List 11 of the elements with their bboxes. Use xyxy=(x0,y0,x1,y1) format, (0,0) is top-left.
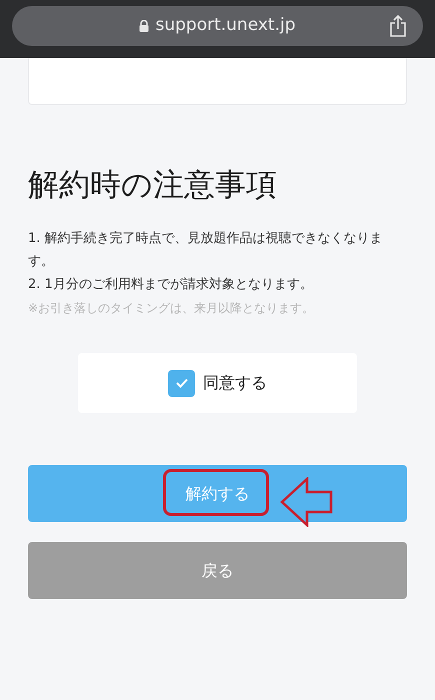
url-text: support.unext.jp xyxy=(155,14,296,38)
checkbox[interactable] xyxy=(168,370,195,396)
address-bar[interactable]: support.unext.jp xyxy=(12,6,423,46)
notice-text: 1. 解約手続き完了時点で、見放題作品は視聴できなくなります。 xyxy=(28,230,384,271)
agree-checkbox[interactable]: 同意する xyxy=(78,353,357,413)
section-heading: 解約時の注意事項 xyxy=(28,166,278,205)
footnote-text: ※お引き落しのタイミングは、来月以降となります。 xyxy=(28,300,316,317)
notice-text: 2. 1月分のご利用料までが請求対象となります。 xyxy=(28,276,314,294)
share-icon[interactable] xyxy=(389,15,407,37)
check-icon xyxy=(174,377,188,389)
arrow-icon xyxy=(280,477,334,527)
